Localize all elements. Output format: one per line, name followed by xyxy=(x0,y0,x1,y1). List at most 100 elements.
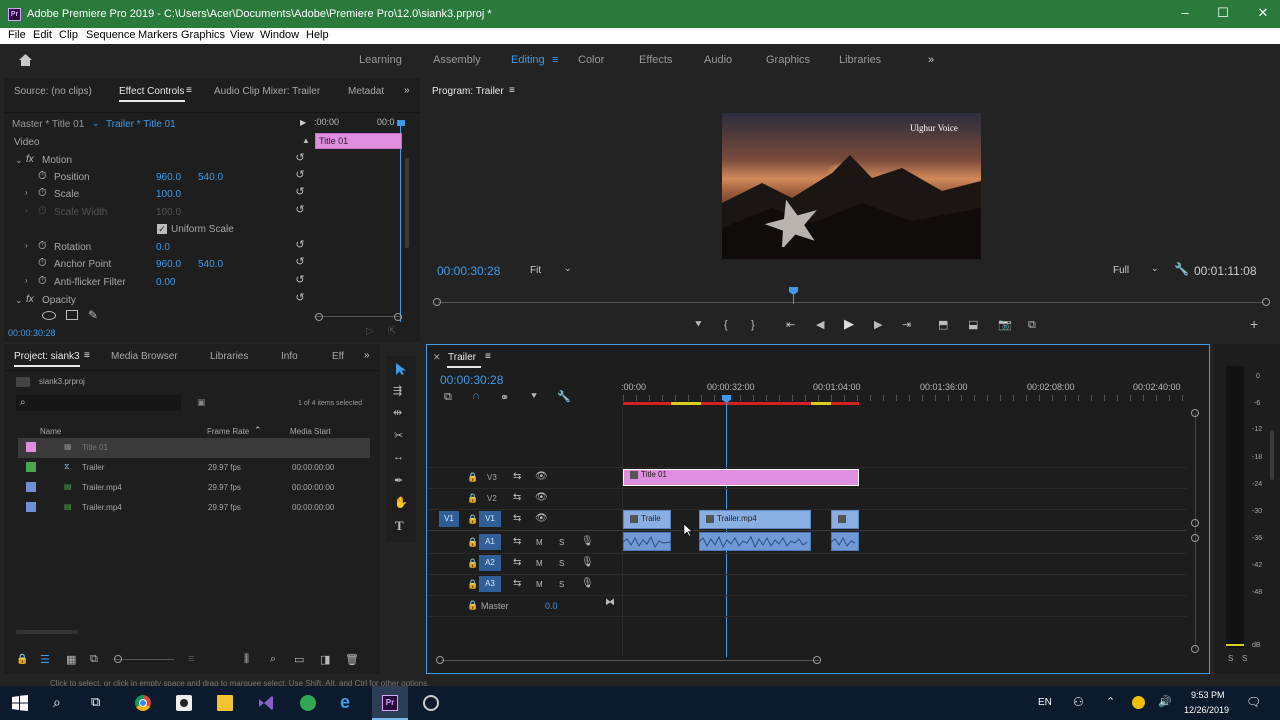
list-item[interactable]: ▤ Trailer.mp4 29.97 fps 00:00:00:00 xyxy=(18,478,370,498)
ellipse-mask-icon[interactable] xyxy=(42,311,56,320)
new-bin-from-search-icon[interactable]: ▣ xyxy=(197,397,206,408)
internet-explorer-icon[interactable]: e xyxy=(340,692,350,713)
scrubber-end-handle[interactable] xyxy=(1262,298,1270,306)
project-search-input[interactable] xyxy=(16,395,181,411)
expand-scale-icon[interactable]: › xyxy=(25,188,28,197)
action-center-icon[interactable]: 🗨 xyxy=(1246,695,1261,709)
obs-icon[interactable] xyxy=(423,695,439,711)
eye-icon[interactable]: 👁 xyxy=(535,492,548,503)
volume-icon[interactable]: 🔊 xyxy=(1158,695,1172,708)
rotation-value[interactable]: 0.0 xyxy=(156,242,170,253)
tab-project[interactable]: Project: siank3 xyxy=(14,351,80,362)
microphone-icon[interactable]: 🎙 xyxy=(581,557,594,568)
sort-icons-icon[interactable]: ≡ xyxy=(188,653,194,665)
people-icon[interactable]: ⚇ xyxy=(1073,695,1084,709)
stopwatch-icon[interactable]: ⏱ xyxy=(38,275,47,288)
master-clip-label[interactable]: Master * Title 01 xyxy=(12,119,84,130)
icon-view-icon[interactable]: ▦ xyxy=(66,653,76,666)
sync-lock-icon[interactable]: ⇆ xyxy=(513,471,521,482)
tab-libraries[interactable]: Libraries xyxy=(210,351,248,362)
norton-icon[interactable] xyxy=(1132,696,1145,709)
linked-selection-icon[interactable]: ⚭ xyxy=(500,391,509,404)
panel-overflow-icon[interactable]: » xyxy=(364,350,370,361)
menu-clip[interactable]: Clip xyxy=(59,29,78,41)
column-frame-rate[interactable]: Frame Rate xyxy=(207,427,249,436)
solo-button[interactable]: S xyxy=(559,538,564,547)
add-marker-icon[interactable]: ⯆ xyxy=(530,391,538,402)
reset-icon[interactable]: ↺ xyxy=(294,152,306,164)
menu-help[interactable]: Help xyxy=(306,29,329,41)
clear-icon[interactable]: 🗑 xyxy=(345,653,359,666)
lock-icon[interactable]: 🔒 xyxy=(467,472,478,483)
taskbar-premiere-active[interactable]: Pr xyxy=(372,686,408,720)
windows-start-icon[interactable] xyxy=(12,695,28,711)
eye-icon[interactable]: 👁 xyxy=(535,513,548,524)
tab-info[interactable]: Info xyxy=(281,351,298,362)
workspace-overflow-icon[interactable]: » xyxy=(928,54,934,66)
clip-trailer-c[interactable] xyxy=(831,510,859,529)
microphone-icon[interactable]: 🎙 xyxy=(581,536,594,547)
sort-ascending-icon[interactable]: ⌃ xyxy=(254,425,262,436)
step-forward-icon[interactable]: ▶ xyxy=(874,319,882,331)
anchor-y-value[interactable]: 540.0 xyxy=(198,259,223,270)
stopwatch-icon[interactable]: ⏱ xyxy=(38,240,47,253)
anchor-x-value[interactable]: 960.0 xyxy=(156,259,181,270)
project-h-scrollbar[interactable] xyxy=(16,630,78,634)
file-explorer-icon[interactable] xyxy=(217,695,233,711)
pen-tool-icon[interactable]: ✒ xyxy=(394,474,403,487)
timeline-tab-title[interactable]: Trailer xyxy=(448,352,476,363)
export-icon[interactable]: ⇱ xyxy=(388,326,396,337)
list-item[interactable]: ⧖ Trailer 29.97 fps 00:00:00:00 xyxy=(18,458,370,478)
go-to-edit-point-icon[interactable]: ⧓ xyxy=(605,597,615,608)
insert-nest-icon[interactable]: ⧉ xyxy=(444,391,452,404)
tab-media-browser[interactable]: Media Browser xyxy=(111,351,178,362)
task-view-icon[interactable]: ⧉ xyxy=(91,694,100,710)
expand-antiflicker-icon[interactable]: › xyxy=(25,276,28,285)
anti-flicker-value[interactable]: 0.00 xyxy=(156,277,175,288)
track-zoom-handle[interactable] xyxy=(1191,645,1199,653)
scrubber-start-handle[interactable] xyxy=(433,298,441,306)
step-back-icon[interactable]: ◀ xyxy=(816,319,824,331)
track-zoom-handle[interactable] xyxy=(1191,519,1199,527)
uniform-scale-checkbox[interactable]: ✓ xyxy=(157,224,167,234)
reset-icon[interactable]: ↺ xyxy=(294,169,306,181)
green-app-icon[interactable] xyxy=(300,695,316,711)
mute-button[interactable]: M xyxy=(536,580,543,589)
reset-icon[interactable]: ↺ xyxy=(294,256,306,268)
workspace-assembly[interactable]: Assembly xyxy=(433,54,481,66)
source-patch-v1[interactable]: V1 xyxy=(439,511,459,527)
menu-sequence[interactable]: Sequence xyxy=(86,29,136,41)
type-tool-icon[interactable]: T xyxy=(395,518,404,534)
list-item[interactable]: ▤ Trailer.mp4 29.97 fps 00:00:00:00 xyxy=(18,498,370,518)
list-item[interactable]: ▦ Title 01 xyxy=(18,438,370,458)
stopwatch-icon[interactable]: ⏱ xyxy=(38,187,47,200)
panel-menu-icon[interactable]: ≡ xyxy=(485,351,491,362)
wrench-icon[interactable]: 🔧 xyxy=(1174,262,1189,276)
label-color-swatch[interactable] xyxy=(26,502,36,512)
clip-trailer-a[interactable]: Traile xyxy=(623,510,671,529)
minimize-icon[interactable]: – xyxy=(1178,6,1192,20)
workspace-graphics[interactable]: Graphics xyxy=(766,54,810,66)
chevron-down-icon[interactable]: ⌄ xyxy=(92,118,100,129)
track-zoom-handle[interactable] xyxy=(1191,534,1199,542)
lock-icon[interactable]: 🔒 xyxy=(467,558,478,569)
workspace-learning[interactable]: Learning xyxy=(359,54,402,66)
track-label-a1[interactable]: A1 xyxy=(479,534,501,550)
workspace-menu-icon[interactable]: ≡ xyxy=(552,54,558,66)
solo-button[interactable]: S xyxy=(559,559,564,568)
razor-tool-icon[interactable]: ✂ xyxy=(394,429,403,442)
expand-rotation-icon[interactable]: › xyxy=(25,241,28,250)
menu-file[interactable]: File xyxy=(8,29,26,41)
track-zoom-handle[interactable] xyxy=(1191,409,1199,417)
column-name[interactable]: Name xyxy=(40,427,61,436)
zoom-handle-right[interactable] xyxy=(394,313,402,321)
label-color-swatch[interactable] xyxy=(26,482,36,492)
close-icon[interactable]: ✕ xyxy=(1256,6,1270,20)
slip-tool-icon[interactable]: ↔ xyxy=(393,451,404,463)
chevron-down-icon[interactable]: ⌄ xyxy=(564,263,572,274)
sync-lock-icon[interactable]: ⇆ xyxy=(513,536,521,547)
language-indicator[interactable]: EN xyxy=(1038,697,1052,708)
hand-tool-icon[interactable]: ✋ xyxy=(394,496,408,509)
mute-button[interactable]: M xyxy=(536,559,543,568)
stopwatch-icon[interactable]: ⏱ xyxy=(38,170,47,183)
